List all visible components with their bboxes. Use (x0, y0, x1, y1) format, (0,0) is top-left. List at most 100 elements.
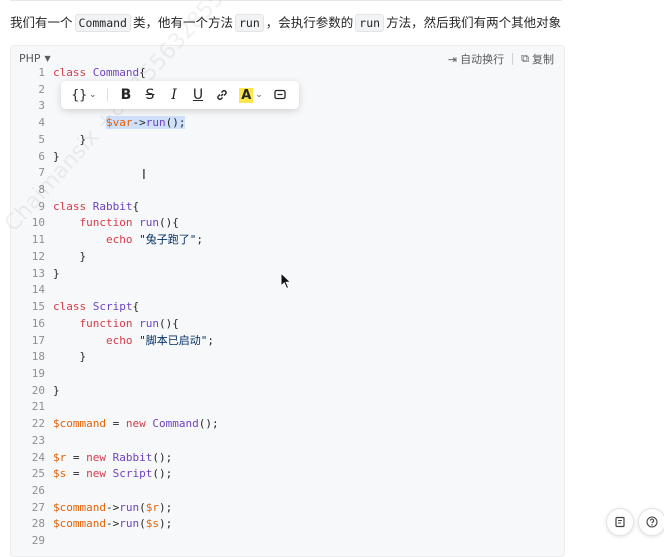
help-icon (646, 516, 658, 528)
line-number: 8 (38, 183, 45, 197)
code-token: (){ (158, 316, 179, 330)
chevron-down-icon: ⌄ (255, 90, 263, 100)
line-content: $command = new Command(); (53, 416, 219, 433)
code-token: = (66, 450, 87, 464)
wrap-toggle-button[interactable]: ⇥ 自动换行 (448, 51, 504, 67)
link-icon (217, 90, 227, 100)
help-button[interactable] (638, 508, 664, 536)
intro-paragraph: 我们有一个 Command 类，他有一个方法 run ，会执行参数的 run 方法，然后我们… (10, 11, 570, 35)
code-token: { (132, 300, 140, 314)
line-content: } (53, 132, 86, 149)
code-token: = (66, 467, 87, 481)
line-content: } (53, 383, 60, 400)
highlight-color-button[interactable]: A ⌄ (234, 83, 268, 107)
code-token: "兔子跑了" (139, 233, 197, 247)
code-token: ; (196, 233, 203, 247)
link-button[interactable] (210, 83, 234, 107)
code-token: -> (105, 500, 120, 514)
code-token: ( (139, 500, 146, 514)
code-token: Rabbit (92, 199, 133, 213)
line-number: 4 (38, 116, 45, 130)
code-token: (){ (158, 216, 179, 230)
tools-divider (512, 53, 514, 65)
text-cursor-icon: I (142, 168, 146, 183)
intro-text-3: ，会执行参数的 (265, 15, 354, 30)
intro-text-2: 类，他有一个方法 (132, 15, 233, 30)
code-token: Rabbit (112, 450, 153, 464)
catalog-button[interactable] (606, 508, 634, 536)
bold-button[interactable]: B (114, 83, 138, 107)
line-number: 20 (31, 383, 45, 397)
strikethrough-button[interactable]: S (138, 83, 162, 107)
code-braces-icon: {} (71, 87, 88, 103)
line-number: 2 (38, 82, 45, 96)
code-token: class (53, 199, 93, 213)
line-content: $command->run($r); (53, 500, 172, 517)
inline-code-run: run (235, 14, 264, 32)
code-token: run (119, 517, 140, 531)
code-token: { (132, 199, 140, 213)
line-number: 7 (38, 166, 45, 180)
code-token: (); (165, 116, 186, 130)
comment-button[interactable] (268, 83, 292, 107)
line-number: 10 (31, 216, 45, 230)
code-token: run (139, 316, 159, 330)
line-content: $r = new Rabbit(); (53, 450, 172, 467)
line-content: } (53, 266, 60, 283)
top-divider (10, 0, 562, 1)
line-number: 19 (31, 366, 45, 380)
code-token: $command (53, 517, 106, 531)
code-token: run (139, 216, 159, 230)
language-selector[interactable]: PHP ▼ (19, 52, 51, 65)
line-number: 12 (31, 249, 45, 263)
intro-text-1: 我们有一个 (10, 15, 73, 30)
code-token: } (53, 132, 87, 146)
underline-icon: U (192, 87, 204, 103)
code-token: run (119, 500, 140, 514)
wrap-label: 自动换行 (460, 53, 505, 66)
line-content: } (53, 349, 86, 366)
mouse-pointer-icon (280, 272, 292, 290)
code-token: new (86, 450, 113, 464)
comment-icon (274, 89, 286, 100)
line-number: 16 (31, 316, 45, 330)
code-token: } (53, 350, 87, 364)
line-number: 17 (31, 333, 45, 347)
code-format-button[interactable]: {} ⌄ (67, 83, 101, 107)
code-token: (); (152, 467, 173, 481)
line-number: 25 (31, 467, 45, 481)
code-token: Command (152, 417, 199, 431)
chevron-down-icon: ⌄ (89, 90, 97, 100)
italic-button[interactable]: I (162, 83, 186, 107)
code-token: Script (92, 300, 133, 314)
line-number: 21 (31, 400, 45, 414)
code-token: $command (53, 417, 106, 431)
highlight-icon: A (239, 87, 254, 103)
code-token: $s (145, 517, 159, 531)
line-number: 11 (31, 233, 45, 247)
line-number: 18 (31, 350, 45, 364)
code-token: } (53, 249, 87, 263)
line-content: class Command{ (53, 65, 146, 82)
line-number: 13 (31, 266, 45, 280)
line-content: echo "兔子跑了"; (53, 232, 203, 249)
code-token: echo (105, 233, 140, 247)
code-token: ; (207, 333, 214, 347)
line-number: 9 (38, 199, 45, 213)
line-content: function run(){ (53, 215, 179, 232)
underline-button[interactable]: U (186, 83, 210, 107)
code-token: (); (198, 417, 219, 431)
code-block[interactable]: PHP ▼ ⇥ 自动换行 ⧉ 复制 1 class Command{2 3 4 $va… (10, 45, 565, 557)
code-token: -> (132, 116, 146, 130)
inline-code-command: Command (74, 14, 131, 32)
line-number: 24 (31, 450, 45, 464)
code-token: new (86, 467, 113, 481)
copy-button[interactable]: ⧉ 复制 (521, 51, 554, 67)
code-token: class (53, 300, 93, 314)
code-token: $var (105, 116, 133, 130)
line-number: 5 (38, 132, 45, 146)
line-number: 29 (31, 534, 45, 548)
inline-code-run-2: run (355, 14, 385, 32)
